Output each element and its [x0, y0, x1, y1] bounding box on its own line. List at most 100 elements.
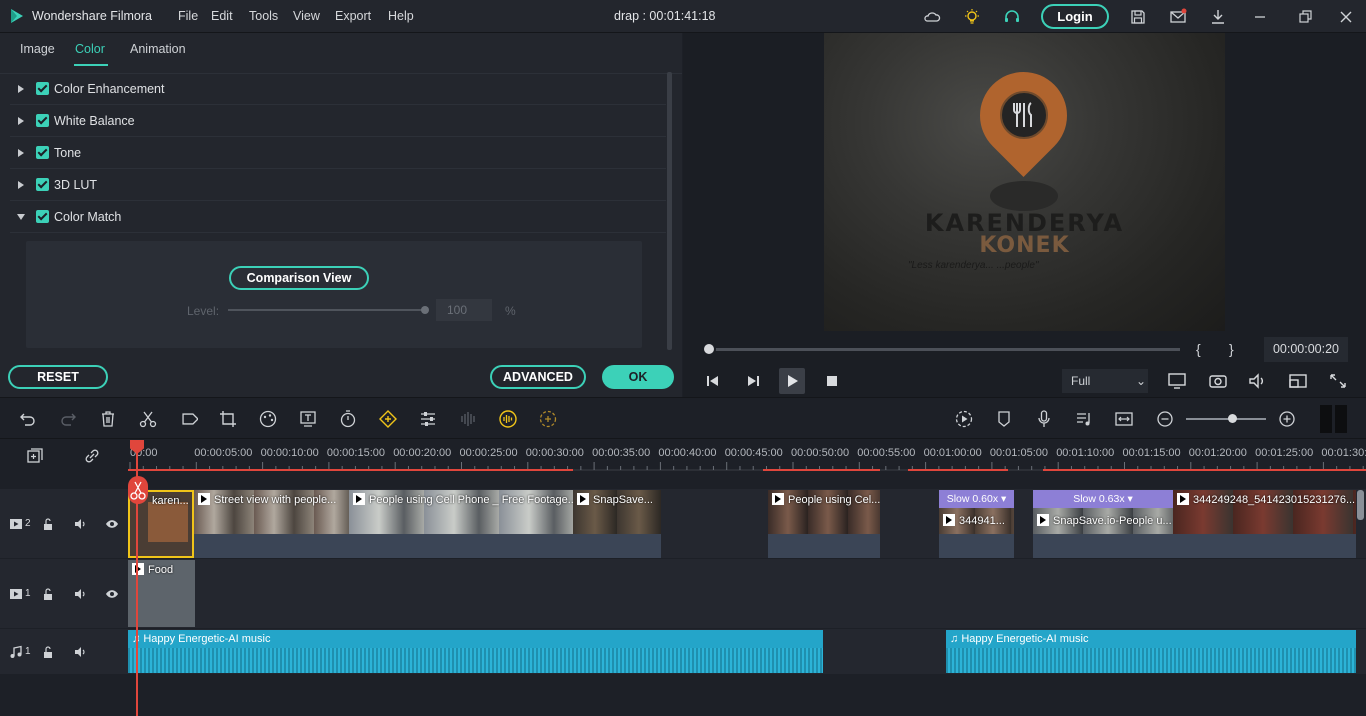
ai-audio-icon[interactable]: [498, 409, 518, 429]
expand-arrow-icon[interactable]: [18, 181, 24, 189]
tab-color[interactable]: Color: [75, 42, 105, 56]
ok-button[interactable]: OK: [602, 365, 674, 389]
fullscreen-icon[interactable]: [1327, 371, 1349, 391]
video-clip[interactable]: People using Cell Phone _ Free Footage..…: [349, 490, 573, 558]
reset-button[interactable]: RESET: [8, 365, 108, 389]
pip-icon[interactable]: [1287, 371, 1309, 391]
video-clip[interactable]: SnapSave...: [573, 490, 661, 558]
playhead-split-button[interactable]: [128, 476, 148, 504]
video-clip[interactable]: 344249248_541423015231276...: [1173, 490, 1356, 558]
cloud-icon[interactable]: [923, 8, 941, 26]
level-slider-handle[interactable]: [421, 306, 429, 314]
save-icon[interactable]: [1129, 8, 1147, 26]
preview-seek-bar[interactable]: [708, 348, 1180, 351]
render-icon[interactable]: [954, 409, 974, 429]
video-clip[interactable]: Slow 0.63x ▾ SnapSave.io-People u...: [1033, 490, 1173, 558]
video-clip[interactable]: Slow 0.60x ▾ 344941...: [939, 490, 1014, 558]
menu-view[interactable]: View: [293, 9, 320, 23]
expand-arrow-icon[interactable]: [18, 149, 24, 157]
section-color-match[interactable]: Color Match: [10, 201, 666, 233]
tag-icon[interactable]: [178, 409, 198, 429]
video-clip[interactable]: Street view with people...: [194, 490, 349, 558]
timeline-ruler[interactable]: 00:00 00:00:05:00 00:00:10:00 00:00:15:00 00…: [128, 440, 1366, 471]
checkbox-3d-lut[interactable]: [36, 178, 49, 191]
eye-icon[interactable]: [105, 517, 119, 531]
lightbulb-icon[interactable]: [963, 8, 981, 26]
layout-toggle-right[interactable]: [1335, 405, 1347, 433]
text-title-icon[interactable]: [298, 409, 318, 429]
checkbox-white-balance[interactable]: [36, 114, 49, 127]
expand-arrow-icon[interactable]: [18, 85, 24, 93]
speaker-icon[interactable]: [73, 645, 87, 659]
link-icon[interactable]: [83, 447, 101, 465]
stop-icon[interactable]: [821, 371, 843, 391]
comparison-view-button[interactable]: Comparison View: [229, 266, 369, 290]
color-palette-icon[interactable]: [258, 409, 278, 429]
menu-tools[interactable]: Tools: [249, 9, 278, 23]
undo-icon[interactable]: [18, 409, 38, 429]
close-icon[interactable]: [1337, 8, 1355, 26]
audio-clip[interactable]: ♫ Happy Energetic-AI music: [128, 630, 823, 673]
split-scissors-icon[interactable]: [128, 476, 148, 504]
step-back-icon[interactable]: [702, 371, 724, 391]
level-input[interactable]: 100: [436, 299, 492, 321]
play-icon[interactable]: [779, 368, 805, 394]
volume-icon[interactable]: [1247, 371, 1269, 391]
lock-icon[interactable]: [41, 587, 55, 601]
audio-clip[interactable]: ♫ Happy Energetic-AI music: [946, 630, 1356, 673]
tab-animation[interactable]: Animation: [130, 42, 186, 56]
snapshot-camera-icon[interactable]: [1207, 371, 1229, 391]
crop-icon[interactable]: [218, 409, 238, 429]
audio-stretch-icon[interactable]: [458, 409, 478, 429]
layout-toggle-left[interactable]: [1320, 405, 1332, 433]
speaker-icon[interactable]: [73, 517, 87, 531]
restore-icon[interactable]: [1297, 8, 1315, 26]
video-clip[interactable]: Food: [128, 560, 195, 627]
checkbox-color-enhancement[interactable]: [36, 82, 49, 95]
lock-icon[interactable]: [41, 645, 55, 659]
step-forward-icon[interactable]: [742, 371, 764, 391]
collapse-arrow-icon[interactable]: [17, 214, 25, 220]
play-button[interactable]: [779, 368, 805, 394]
mark-out-button[interactable]: }: [1229, 341, 1234, 357]
section-tone[interactable]: Tone: [10, 137, 666, 169]
section-white-balance[interactable]: White Balance: [10, 105, 666, 137]
microphone-icon[interactable]: [1034, 409, 1054, 429]
menu-file[interactable]: File: [178, 9, 198, 23]
mark-in-button[interactable]: {: [1196, 341, 1201, 357]
eye-icon[interactable]: [105, 587, 119, 601]
timeline-scrollbar[interactable]: [1357, 490, 1364, 520]
auto-speech-icon[interactable]: [538, 409, 558, 429]
checkbox-tone[interactable]: [36, 146, 49, 159]
quality-select[interactable]: Full ⌄: [1062, 369, 1148, 393]
advanced-button[interactable]: ADVANCED: [490, 365, 586, 389]
minimize-icon[interactable]: [1251, 8, 1269, 26]
speed-timer-icon[interactable]: [338, 409, 358, 429]
voiceover-list-icon[interactable]: [1074, 409, 1094, 429]
section-color-enhancement[interactable]: Color Enhancement: [10, 73, 666, 105]
adjust-sliders-icon[interactable]: [418, 409, 438, 429]
redo-icon[interactable]: [58, 409, 78, 429]
lock-icon[interactable]: [41, 517, 55, 531]
fit-timeline-icon[interactable]: [1114, 409, 1134, 429]
tab-image[interactable]: Image: [20, 42, 55, 56]
level-slider[interactable]: [228, 309, 424, 311]
preview-seek-handle[interactable]: [702, 342, 716, 356]
marker-icon[interactable]: [994, 409, 1014, 429]
headset-icon[interactable]: [1003, 8, 1021, 26]
cut-scissors-icon[interactable]: [138, 409, 158, 429]
download-icon[interactable]: [1209, 8, 1227, 26]
render-preview-icon[interactable]: [1166, 371, 1188, 391]
login-button[interactable]: Login: [1041, 4, 1109, 29]
zoom-in-icon[interactable]: [1277, 409, 1297, 429]
delete-icon[interactable]: [98, 409, 118, 429]
keyframe-icon[interactable]: [378, 409, 398, 429]
expand-arrow-icon[interactable]: [18, 117, 24, 125]
mail-icon[interactable]: [1169, 8, 1187, 26]
panel-scrollbar[interactable]: [667, 72, 672, 350]
menu-export[interactable]: Export: [335, 9, 371, 23]
add-track-icon[interactable]: [26, 447, 44, 465]
zoom-out-icon[interactable]: [1155, 409, 1175, 429]
timeline-zoom-slider[interactable]: [1186, 418, 1266, 420]
menu-edit[interactable]: Edit: [211, 9, 233, 23]
